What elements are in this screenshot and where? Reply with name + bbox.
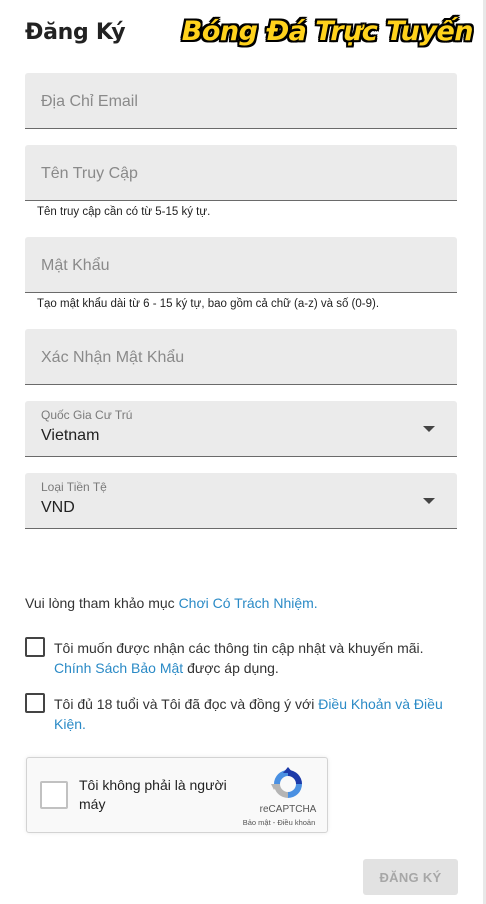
age-consent-label: Tôi đủ 18 tuổi và Tôi đã đọc và đồng ý v… (54, 696, 319, 712)
recaptcha-checkbox[interactable] (40, 781, 68, 809)
age-consent-checkbox[interactable] (25, 693, 45, 713)
currency-label: Loại Tiền Tệ (41, 480, 107, 494)
page-title: Đăng Ký (25, 20, 126, 45)
recaptcha-icon (271, 767, 302, 798)
country-select[interactable]: Quốc Gia Cư Trú Vietnam (25, 401, 457, 457)
currency-select[interactable]: Loại Tiền Tệ VND (25, 473, 457, 529)
privacy-policy-link[interactable]: Chính Sách Bảo Mật (54, 660, 183, 676)
marketing-consent-text: Tôi muốn được nhận các thông tin cập nhậ… (54, 638, 454, 678)
caret-down-icon (423, 426, 435, 432)
marketing-consent-label: Tôi muốn được nhận các thông tin cập nhậ… (54, 640, 424, 656)
watermark-logo: Bóng Đá Trực Tuyến (181, 16, 474, 47)
email-field[interactable]: Địa Chỉ Email (25, 73, 457, 129)
responsible-gaming-note: Vui lòng tham khảo mục Chơi Có Trách Nhi… (25, 595, 318, 611)
country-value: Vietnam (41, 427, 100, 444)
password-placeholder: Mật Khẩu (41, 257, 110, 274)
confirm-password-placeholder: Xác Nhận Mật Khẩu (41, 349, 185, 366)
password-field[interactable]: Mật Khẩu (25, 237, 457, 293)
caret-down-icon (423, 498, 435, 504)
recaptcha-privacy-terms[interactable]: Bảo mật - Điều khoản (231, 818, 327, 827)
confirm-password-field[interactable]: Xác Nhận Mật Khẩu (25, 329, 457, 385)
username-field[interactable]: Tên Truy Cập (25, 145, 457, 201)
marketing-consent-suffix: được áp dụng. (183, 660, 279, 676)
recaptcha-label: Tôi không phải là người máy (79, 777, 227, 812)
recaptcha-widget: Tôi không phải là người máy reCAPTCHA Bả… (26, 757, 328, 833)
recaptcha-brand: reCAPTCHA (259, 804, 317, 815)
marketing-consent-checkbox[interactable] (25, 637, 45, 657)
country-label: Quốc Gia Cư Trú (41, 408, 133, 422)
password-hint: Tạo mật khẩu dài từ 6 - 15 ký tự, bao gồ… (37, 298, 380, 310)
username-placeholder: Tên Truy Cập (41, 165, 138, 182)
responsible-gaming-link[interactable]: Chơi Có Trách Nhiệm. (179, 595, 318, 611)
age-consent-text: Tôi đủ 18 tuổi và Tôi đã đọc và đồng ý v… (54, 694, 454, 734)
username-hint: Tên truy cập cần có từ 5-15 ký tự. (37, 206, 211, 218)
header: Đăng Ký Bóng Đá Trực Tuyến (25, 16, 475, 52)
register-submit-button[interactable]: ĐĂNG KÝ (363, 859, 458, 895)
currency-value: VND (41, 499, 75, 516)
email-placeholder: Địa Chỉ Email (41, 93, 138, 110)
responsible-text: Vui lòng tham khảo mục (25, 595, 179, 611)
